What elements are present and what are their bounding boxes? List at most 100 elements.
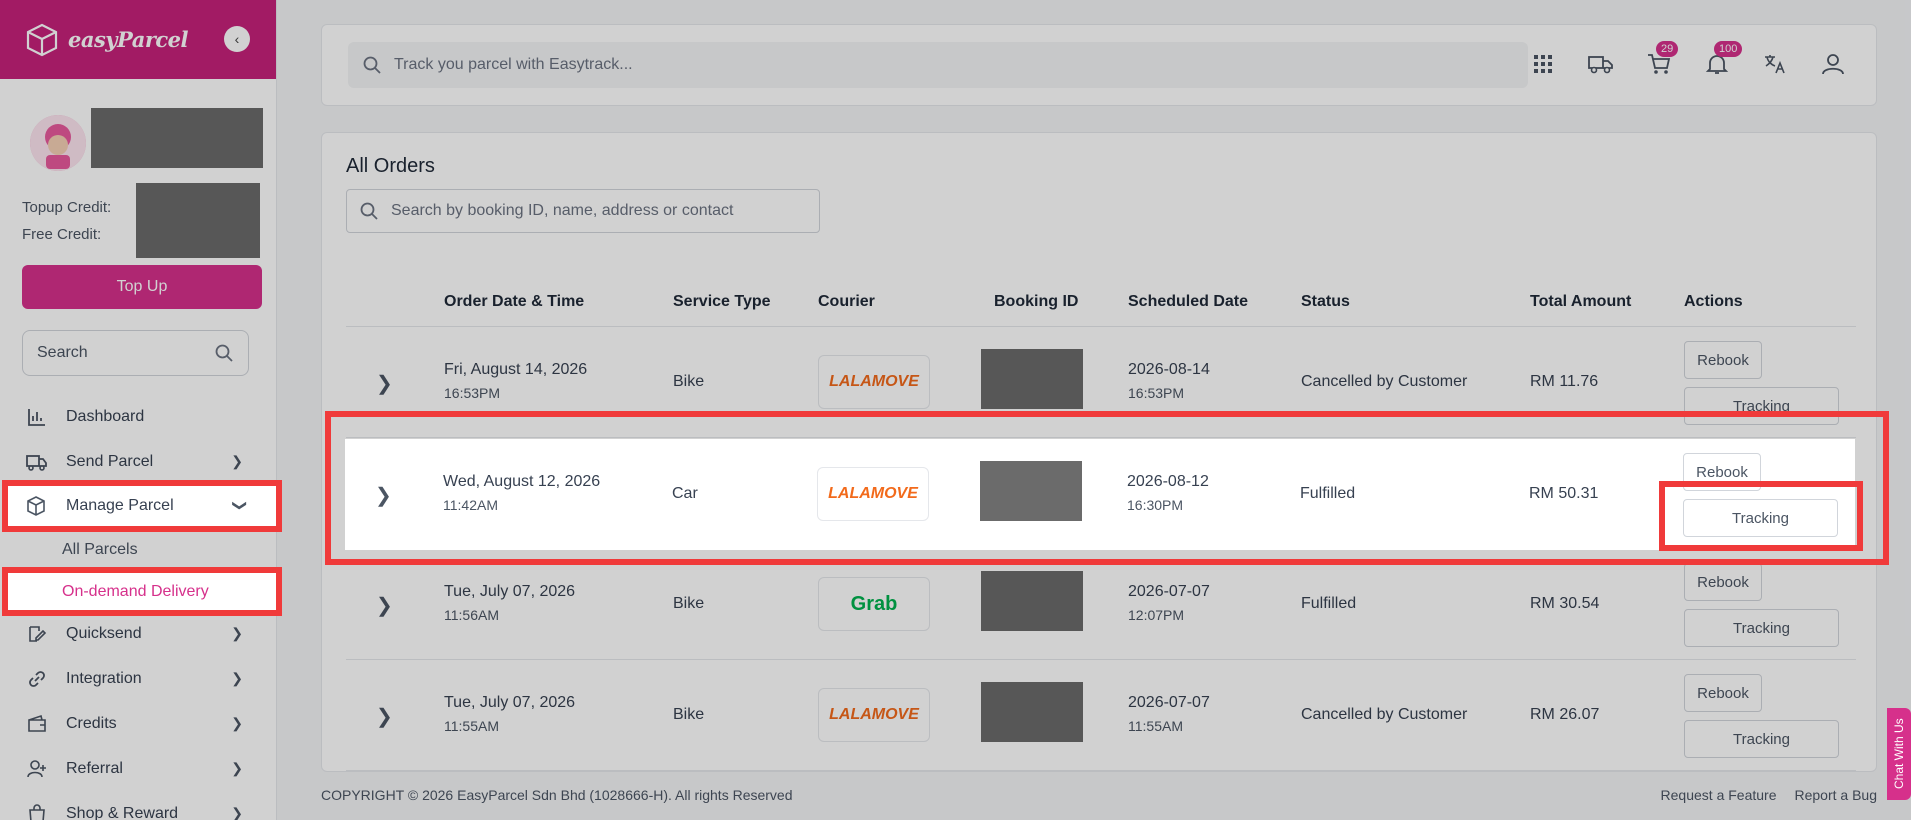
sidebar-item-label: Referral — [66, 759, 123, 777]
sidebar-item-send-parcel[interactable]: Send Parcel ❯ — [0, 439, 276, 484]
order-date-text: Tue, July 07, 2026 — [444, 583, 576, 600]
easytrack-placeholder: Track you parcel with Easytrack... — [394, 56, 633, 73]
footer: COPYRIGHT © 2026 EasyParcel Sdn Bhd (102… — [321, 787, 1877, 803]
shopping-bag-icon — [26, 803, 48, 820]
collapse-sidebar-button[interactable]: ‹ — [224, 26, 250, 52]
chevron-right-icon: ❯ — [231, 760, 243, 776]
chevron-right-icon[interactable]: ❯ — [376, 371, 393, 396]
table-row: ❯ Wed, August 12, 2026 11:42AM Car LALAMO… — [345, 439, 1855, 550]
scheduled-time-text: 11:55AM — [1128, 718, 1183, 734]
status-text: Fulfilled — [1300, 485, 1356, 502]
total-amount: RM 50.31 — [1529, 485, 1599, 502]
chevron-right-icon: ❯ — [231, 805, 243, 820]
sidebar-item-quicksend[interactable]: Quicksend ❯ — [0, 611, 276, 656]
order-search-placeholder: Search by booking ID, name, address or c… — [391, 202, 734, 219]
avatar[interactable] — [30, 115, 86, 171]
sidebar-search-input[interactable]: Search — [22, 330, 249, 376]
search-icon — [363, 56, 381, 74]
search-icon — [360, 202, 378, 220]
tracking-button[interactable]: Tracking — [1683, 499, 1838, 537]
link-icon — [26, 669, 48, 689]
chat-with-us-tab[interactable]: Chat With Us — [1887, 708, 1911, 800]
col-courier: Courier — [818, 293, 875, 310]
table-row-highlighted: ❯ Wed, August 12, 2026 11:42AM Car LALAMO… — [345, 439, 1855, 550]
sidebar-item-label: Quicksend — [66, 624, 142, 642]
free-credit-label: Free Credit: — [22, 226, 102, 243]
courier-logo-lalamove: LALAMOVE — [818, 688, 930, 742]
service-type: Car — [672, 485, 698, 502]
brand-header: easyParcel ‹ — [0, 0, 276, 79]
translate-icon[interactable] — [1762, 49, 1788, 79]
rebook-button[interactable]: Rebook — [1683, 453, 1761, 491]
sidebar-item-credits[interactable]: Credits ❯ — [0, 701, 276, 746]
chevron-right-icon[interactable]: ❯ — [376, 593, 393, 618]
scheduled-date: 2026-08-14 16:53PM — [1128, 361, 1210, 401]
scheduled-date: 2026-07-07 12:07PM — [1128, 583, 1210, 623]
profile-name-redacted — [91, 108, 263, 168]
sidebar-item-manage-parcel-highlight[interactable]: Manage Parcel ❯ — [6, 483, 280, 528]
notification-bell-icon[interactable]: 100 — [1704, 41, 1743, 79]
order-time-text: 16:53PM — [444, 385, 501, 401]
sidebar-item-shop-reward[interactable]: Shop & Reward ❯ — [0, 791, 276, 820]
col-order-date: Order Date & Time — [444, 293, 585, 310]
service-type: Bike — [673, 595, 705, 612]
user-profile-icon[interactable] — [1820, 49, 1846, 79]
search-icon — [215, 344, 233, 362]
service-type: Bike — [673, 706, 705, 723]
delivery-truck-icon[interactable] — [1588, 49, 1614, 79]
report-bug-link[interactable]: Report a Bug — [1795, 787, 1878, 803]
truck-icon — [26, 452, 48, 472]
chevron-down-icon: ❯ — [232, 499, 249, 512]
scheduled-date-text: 2026-08-12 — [1127, 473, 1209, 490]
scheduled-date-text: 2026-08-14 — [1128, 361, 1210, 378]
chevron-right-icon[interactable]: ❯ — [375, 483, 392, 508]
sidebar-item-label: Shop & Reward — [66, 804, 179, 820]
tracking-button[interactable]: Tracking — [1684, 609, 1839, 647]
service-type: Bike — [673, 373, 705, 390]
rebook-button[interactable]: Rebook — [1684, 674, 1762, 712]
order-date-text: Tue, July 07, 2026 — [444, 694, 576, 711]
table-row: ❯ Tue, July 07, 2026 11:55AM Bike LALAMOV… — [346, 660, 1856, 771]
page-title: All Orders — [346, 155, 435, 177]
total-amount: RM 11.76 — [1530, 373, 1599, 390]
chevron-right-icon[interactable]: ❯ — [376, 704, 393, 729]
order-date: Tue, July 07, 2026 11:55AM — [444, 694, 575, 734]
sidebar-item-dashboard[interactable]: Dashboard — [0, 394, 276, 439]
order-date: Fri, August 14, 2026 16:53PM — [444, 361, 587, 401]
cart-icon[interactable]: 29 — [1646, 41, 1679, 79]
sidebar-item-integration[interactable]: Integration ❯ — [0, 656, 276, 701]
sidebar-subitem-all-parcels[interactable]: All Parcels — [0, 529, 276, 570]
sidebar-subitem-on-demand-highlight[interactable]: On-demand Delivery — [6, 571, 280, 612]
sidebar-item-referral[interactable]: Referral ❯ — [0, 746, 276, 791]
copyright-text: COPYRIGHT © 2026 EasyParcel Sdn Bhd (102… — [321, 787, 793, 803]
col-actions: Actions — [1684, 293, 1743, 310]
rebook-button[interactable]: Rebook — [1684, 341, 1762, 379]
status-text: Cancelled by Customer — [1301, 706, 1468, 723]
top-up-button[interactable]: Top Up — [22, 265, 262, 309]
order-date: Tue, July 07, 2026 11:56AM — [444, 583, 575, 623]
chevron-right-icon: ❯ — [231, 453, 243, 469]
tracking-button[interactable]: Tracking — [1684, 387, 1839, 425]
booking-id-redacted — [981, 571, 1083, 631]
tracking-button[interactable]: Tracking — [1684, 720, 1839, 758]
scheduled-time-text: 16:30PM — [1127, 497, 1184, 513]
total-amount: RM 30.54 — [1530, 595, 1600, 612]
order-time-text: 11:42AM — [443, 497, 498, 513]
wallet-icon — [26, 714, 48, 734]
order-time-text: 11:55AM — [444, 718, 499, 734]
request-feature-link[interactable]: Request a Feature — [1661, 787, 1777, 803]
courier-logo-grab: Grab — [818, 577, 930, 631]
booking-id-redacted — [980, 461, 1082, 521]
courier-logo-lalamove: LALAMOVE — [818, 355, 930, 409]
scheduled-time-text: 12:07PM — [1128, 607, 1185, 623]
booking-id-redacted — [981, 682, 1083, 742]
easytrack-search-input[interactable]: Track you parcel with Easytrack... — [348, 42, 1528, 88]
sidebar-item-label: Manage Parcel — [66, 496, 174, 514]
order-search-input[interactable]: Search by booking ID, name, address or c… — [346, 189, 820, 233]
status-text: Cancelled by Customer — [1301, 373, 1468, 390]
logo[interactable]: easyParcel — [24, 22, 189, 58]
apps-grid-icon[interactable] — [1530, 49, 1556, 79]
order-date-text: Wed, August 12, 2026 — [443, 473, 601, 490]
rebook-button[interactable]: Rebook — [1684, 563, 1762, 601]
table-header: Order Date & Time Service Type Courier B… — [346, 281, 1856, 327]
